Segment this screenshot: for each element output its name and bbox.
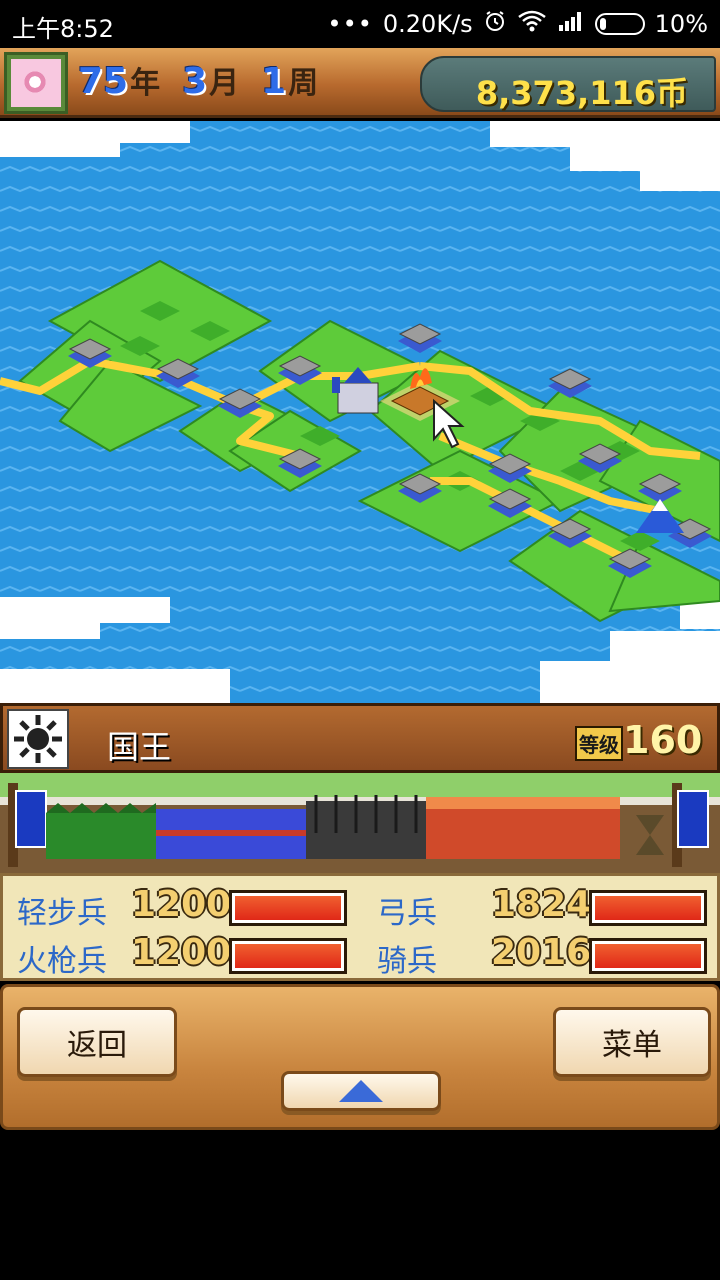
troop-stat-cavalry: 骑兵 2016 [377, 930, 717, 979]
infantry-units [46, 803, 156, 859]
world-map[interactable] [0, 121, 720, 703]
wifi-icon [517, 9, 547, 39]
status-time: 上午8:52 [12, 15, 114, 43]
expand-button[interactable] [281, 1071, 441, 1111]
battery-icon [594, 13, 645, 35]
troop-bar [229, 890, 347, 926]
troop-bar [229, 938, 347, 974]
coin-amount: 8,373,116币 [475, 74, 688, 112]
troop-value: 1824 [491, 884, 592, 925]
troop-bar [589, 890, 707, 926]
year-number: 75 [78, 61, 129, 102]
emblem-avatar[interactable] [4, 52, 68, 114]
troop-stat-archer: 弓兵 1824 [377, 882, 717, 931]
troop-label: 火枪兵 [17, 944, 107, 979]
troop-stat-musketeer: 火枪兵 1200 [17, 930, 357, 979]
troop-value: 1200 [131, 884, 232, 925]
troop-bar-fill [595, 944, 701, 968]
troop-value: 2016 [491, 932, 592, 973]
sun-crest-icon [7, 709, 69, 769]
week-unit: 周 [288, 66, 319, 101]
rank-value: 160 [623, 718, 703, 762]
sakura-emblem-icon [11, 59, 61, 107]
year-unit: 年 [130, 66, 161, 101]
troop-bar-fill [595, 896, 701, 920]
troop-stats: 轻步兵 1200 弓兵 1824 火枪兵 1200 骑兵 2016 [0, 873, 720, 981]
arrow-up-icon [339, 1080, 383, 1102]
status-dots: ••• [327, 10, 373, 38]
status-right: ••• 0.20K/s 10% [327, 9, 708, 39]
rank-label: 等级 [575, 726, 623, 761]
bottom-nav: 返回 菜单 [0, 984, 720, 1130]
right-banner-icon [677, 790, 709, 848]
alarm-icon [483, 9, 507, 39]
coin-display: 8,373,116币 [420, 56, 716, 112]
cavalry-units [426, 797, 620, 859]
month-number: 3 [182, 61, 208, 102]
back-button[interactable]: 返回 [17, 1007, 177, 1077]
battery-percent: 10% [654, 10, 708, 38]
troop-stat-light-infantry: 轻步兵 1200 [17, 882, 357, 931]
king-panel: 国王 等级 160 [0, 703, 720, 773]
gunner-units [156, 809, 306, 859]
troop-bar [589, 938, 707, 974]
map-canvas[interactable] [0, 121, 720, 703]
troop-value: 1200 [131, 932, 232, 973]
troop-bar-fill [235, 896, 341, 920]
left-banner-icon [15, 790, 47, 848]
signal-icon [557, 9, 585, 39]
troop-bar-fill [235, 944, 341, 968]
troop-label: 轻步兵 [17, 896, 107, 931]
king-name: 国王 [107, 728, 172, 766]
month-unit: 月 [209, 66, 240, 101]
week-number: 1 [261, 61, 287, 102]
game-header: 75 年 3 月 1 周 8,373,116币 [0, 48, 720, 118]
network-speed: 0.20K/s [382, 10, 473, 38]
menu-button[interactable]: 菜单 [553, 1007, 711, 1077]
troop-label: 骑兵 [377, 944, 437, 979]
game-date: 75 年 3 月 1 周 [78, 58, 340, 102]
status-bar: 上午8:52 ••• 0.20K/s 10% [0, 0, 720, 48]
army-formation [0, 773, 720, 873]
troop-label: 弓兵 [377, 896, 437, 931]
archer-units [306, 795, 426, 859]
